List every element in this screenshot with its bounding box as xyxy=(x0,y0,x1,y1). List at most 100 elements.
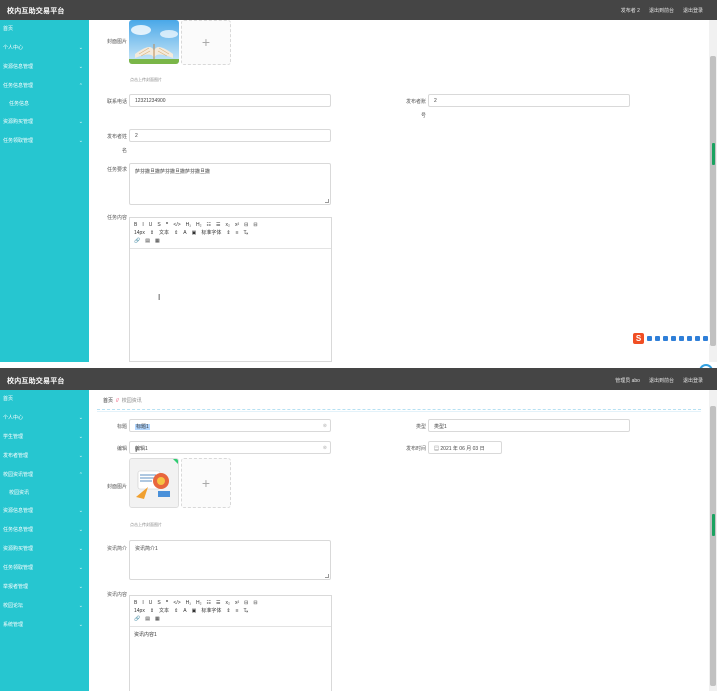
editor-body[interactable] xyxy=(130,249,331,257)
upload-button[interactable]: + xyxy=(181,458,231,508)
ime-tool-icon[interactable] xyxy=(695,335,700,341)
editor-tool-row3-2[interactable]: ▦ xyxy=(155,615,160,623)
editor-tool-row1-7[interactable]: H₂ xyxy=(196,221,202,229)
resize-handle[interactable] xyxy=(325,199,329,203)
editor-tool-row2-4[interactable]: A xyxy=(183,229,186,237)
editor-tool-row2-1[interactable]: ⇕ xyxy=(150,607,154,615)
editor-tool-row2-0[interactable]: 14px xyxy=(134,229,145,237)
sidebar-item-task[interactable]: 任务信息管理 ⌄ xyxy=(0,521,89,540)
editor-tool-row2-2[interactable]: 文本 xyxy=(159,607,169,615)
sidebar-item-forum[interactable]: 校园论坛 ⌄ xyxy=(0,597,89,616)
editor-tool-row2-0[interactable]: 14px xyxy=(134,607,145,615)
editor-tool-row1-9[interactable]: ☰ xyxy=(216,599,220,607)
sidebar-item-resource[interactable]: 资源信息管理 ⌄ xyxy=(0,58,89,77)
sidebar-item-system[interactable]: 系统管理 ⌄ xyxy=(0,616,89,635)
editor-tool-row3-2[interactable]: ▦ xyxy=(155,237,160,245)
editor-tool-row1-4[interactable]: ❞ xyxy=(166,221,169,229)
sogou-ime-icon[interactable]: S xyxy=(633,332,644,344)
editor-tool-row1-5[interactable]: </> xyxy=(173,221,180,229)
sidebar-subitem-task-info[interactable]: 任务信息 xyxy=(0,96,89,113)
sidebar-item-task-claim[interactable]: 任务领取管理 ⌄ xyxy=(0,559,89,578)
editor-tool-row2-9[interactable]: T̶ₓ xyxy=(243,229,248,237)
resize-handle[interactable] xyxy=(325,574,329,578)
editor-tool-row1-2[interactable]: U xyxy=(149,221,153,229)
sidebar-item-students[interactable]: 学生管理 ⌄ xyxy=(0,428,89,447)
editor-tool-row1-9[interactable]: ☰ xyxy=(216,221,220,229)
editor-tool-row3-1[interactable]: ▤ xyxy=(145,237,150,245)
sidebar-item-resource-purchase[interactable]: 资源购买管理 ⌄ xyxy=(0,540,89,559)
editor-tool-row2-7[interactable]: ⇕ xyxy=(226,229,230,237)
upload-button[interactable]: + xyxy=(181,20,231,65)
cover-image[interactable] xyxy=(129,20,179,64)
editor-tool-row1-0[interactable]: B xyxy=(134,221,137,229)
editor-tool-row2-4[interactable]: A xyxy=(183,607,186,615)
editor-tool-row2-8[interactable]: ≡ xyxy=(236,229,239,237)
editor-tool-row1-3[interactable]: S xyxy=(157,221,160,229)
editor-tool-row1-2[interactable]: U xyxy=(149,599,153,607)
editor-tool-row1-6[interactable]: H₁ xyxy=(186,599,191,607)
ime-tool-icon[interactable] xyxy=(703,335,708,341)
editor-tool-row2-5[interactable]: ▣ xyxy=(192,607,197,615)
scrollbar[interactable] xyxy=(709,390,717,691)
user-label[interactable]: 管理员 abo xyxy=(615,377,640,384)
editor-tool-row1-11[interactable]: x² xyxy=(235,221,239,229)
rich-text-editor[interactable]: B I U S ❞ </> H₁ H₂ ☷ ☰ x₂ x² ⊟ ⊟ 14px ⇕ 文本 ⇕ A ▣ 标准字体 ⇕ ≡ T̶ₓ… xyxy=(129,595,332,691)
editor-tool-row1-10[interactable]: x₂ xyxy=(225,599,229,607)
editor-tool-row2-6[interactable]: 标准字体 xyxy=(201,229,221,237)
editor-tool-row3-1[interactable]: ▤ xyxy=(145,615,150,623)
summary-textarea[interactable]: 资讯简介1 xyxy=(129,540,331,580)
editor-tool-row1-6[interactable]: H₁ xyxy=(186,221,191,229)
clear-icon[interactable]: ⊗ xyxy=(323,445,327,451)
sidebar-item-home[interactable]: 首页 xyxy=(0,20,89,39)
sidebar-item-task-claim[interactable]: 任务领取管理 ⌄ xyxy=(0,132,89,151)
sidebar-item-resource[interactable]: 资源信息管理 ⌄ xyxy=(0,502,89,521)
editor-tool-row1-1[interactable]: I xyxy=(142,221,143,229)
scrollbar[interactable] xyxy=(709,20,717,362)
editor-tool-row3-0[interactable]: 🔗 xyxy=(134,615,140,623)
editor-tool-row1-10[interactable]: x₂ xyxy=(225,221,229,229)
ime-tool-icon[interactable] xyxy=(671,335,676,341)
logout-link[interactable]: 退出登录 xyxy=(683,377,703,384)
ime-tool-icon[interactable] xyxy=(679,335,684,341)
sidebar-item-publishers[interactable]: 发布者管理 ⌄ xyxy=(0,447,89,466)
editor-tool-row1-8[interactable]: ☷ xyxy=(207,599,211,607)
editor-tool-row2-6[interactable]: 标准字体 xyxy=(201,607,221,615)
sidebar-item-task[interactable]: 任务信息管理 ⌃ xyxy=(0,77,89,96)
editor-tool-row1-0[interactable]: B xyxy=(134,599,137,607)
back-to-frontend-link[interactable]: 退出到前台 xyxy=(649,377,674,384)
breadcrumb-home[interactable]: 首页 xyxy=(103,398,113,404)
ime-toolbar[interactable]: S xyxy=(631,332,710,344)
ime-tool-icon[interactable] xyxy=(663,335,668,341)
editor-tool-row1-12[interactable]: ⊟ xyxy=(244,221,248,229)
sidebar-subitem-news[interactable]: 校园资讯 xyxy=(0,485,89,502)
editor-tool-row1-13[interactable]: ⊟ xyxy=(253,599,257,607)
clear-icon[interactable]: ⊗ xyxy=(323,423,327,429)
editor-tool-row1-8[interactable]: ☷ xyxy=(207,221,211,229)
sidebar-item-reporters[interactable]: 举报者管理 ⌄ xyxy=(0,578,89,597)
editor-tool-row1-13[interactable]: ⊟ xyxy=(253,221,257,229)
sidebar-item-profile[interactable]: 个人中心 ⌄ xyxy=(0,39,89,58)
scrollbar-thumb[interactable] xyxy=(710,406,716,686)
editor-tool-row1-11[interactable]: x² xyxy=(235,599,239,607)
editor-tool-row2-3[interactable]: ⇕ xyxy=(174,229,178,237)
requirement-textarea[interactable]: 萨芬撒旦撒萨芬撒旦撒萨芬撒旦撒 xyxy=(129,163,331,205)
back-to-frontend-link[interactable]: 退出到前台 xyxy=(649,7,674,14)
ime-tool-icon[interactable] xyxy=(687,335,692,341)
editor-tool-row1-5[interactable]: </> xyxy=(173,599,180,607)
editor-tool-row2-8[interactable]: ≡ xyxy=(236,607,239,615)
user-label[interactable]: 发布者 2 xyxy=(621,7,640,14)
editor-tool-row2-5[interactable]: ▣ xyxy=(192,229,197,237)
editor-tool-row2-9[interactable]: T̶ₓ xyxy=(243,607,248,615)
title-input[interactable]: 标题1 ⊗ xyxy=(129,419,331,432)
sidebar-item-home[interactable]: 首页 xyxy=(0,390,89,409)
editor-tool-row2-7[interactable]: ⇕ xyxy=(226,607,230,615)
ime-tool-icon[interactable] xyxy=(647,335,652,341)
date-picker[interactable]: ▤ 2021 年 06 月 03 日 xyxy=(428,441,502,454)
type-input[interactable]: 类型1 xyxy=(428,419,630,432)
editor-tool-row2-3[interactable]: ⇕ xyxy=(174,607,178,615)
sidebar-item-news[interactable]: 校园资讯管理 ⌃ xyxy=(0,466,89,485)
editor-tool-row1-7[interactable]: H₂ xyxy=(196,599,202,607)
editor-tool-row2-2[interactable]: 文本 xyxy=(159,229,169,237)
logout-link[interactable]: 退出登录 xyxy=(683,7,703,14)
edit-input[interactable]: 编辑1 ⊗ xyxy=(129,441,331,454)
